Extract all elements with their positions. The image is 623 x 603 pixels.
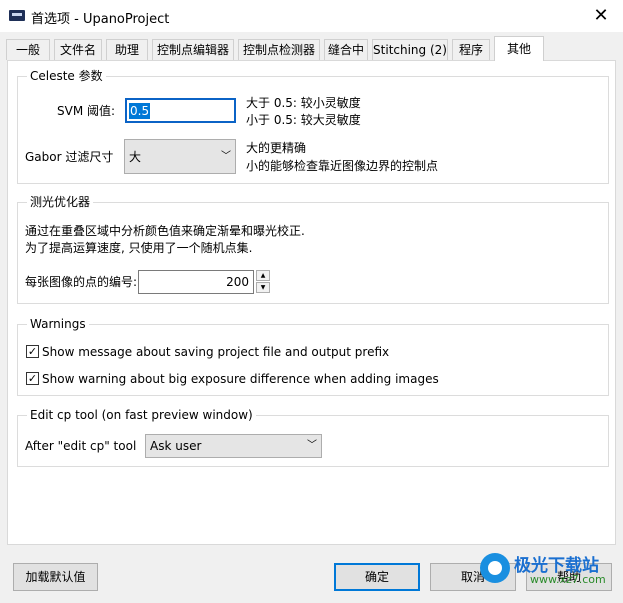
tab-cp-editor[interactable]: 控制点编辑器	[152, 39, 234, 60]
warnings-group-title: Warnings	[27, 316, 89, 332]
watermark-url: www.xz7.com	[530, 573, 606, 586]
watermark-logo-icon	[480, 553, 510, 583]
editcp-group-title: Edit cp tool (on fast preview window)	[27, 407, 256, 423]
svm-threshold-label: SVM 阈值:	[57, 104, 116, 118]
warning-exposure-label[interactable]: Show warning about big exposure differen…	[42, 371, 439, 387]
photometric-desc-1: 通过在重叠区域中分析颜色值来确定渐晕和曝光校正.	[25, 224, 305, 238]
svm-hint-low: 小于 0.5: 较大灵敏度	[246, 113, 361, 127]
tab-misc[interactable]: 其他	[494, 36, 544, 61]
gabor-hint-small: 小的能够检查靠近图像边界的控制点	[246, 159, 439, 173]
load-defaults-button[interactable]: 加载默认值	[13, 563, 98, 591]
points-per-image-value: 200	[226, 275, 249, 289]
chevron-down-icon: ﹀	[221, 151, 231, 162]
tab-stitching-2[interactable]: Stitching (2)	[372, 39, 448, 60]
after-editcp-dropdown[interactable]: Ask user ﹀	[145, 434, 322, 458]
checkmark-icon: ✓	[27, 345, 38, 358]
spin-up-button[interactable]: ▲	[256, 270, 270, 281]
tab-stitching[interactable]: 缝合中	[324, 39, 368, 60]
gabor-filter-value: 大	[129, 150, 142, 164]
warning-save-prefix-label[interactable]: Show message about saving project file a…	[42, 344, 389, 360]
spin-down-button[interactable]: ▼	[256, 282, 270, 293]
svm-threshold-input[interactable]: 0.5	[125, 98, 236, 123]
checkmark-icon: ✓	[27, 372, 38, 385]
warning-save-prefix-checkbox[interactable]: ✓	[26, 345, 39, 358]
points-per-image-label: 每张图像的点的编号:	[25, 275, 138, 289]
watermark: 极光下载站 www.xz7.com	[478, 549, 620, 589]
celeste-group-title: Celeste 参数	[27, 68, 106, 84]
warning-exposure-checkbox[interactable]: ✓	[26, 372, 39, 385]
after-editcp-label: After "edit cp" tool	[25, 439, 137, 453]
photometric-desc-2: 为了提高运算速度, 只使用了一个随机点集.	[25, 241, 253, 255]
close-button[interactable]: ✕	[579, 0, 623, 32]
tab-assistant[interactable]: 助理	[106, 39, 148, 60]
svm-threshold-value: 0.5	[129, 103, 151, 119]
app-icon	[9, 10, 25, 21]
tab-filenames[interactable]: 文件名	[54, 39, 102, 60]
tab-panel: Celeste 参数 SVM 阈值: 0.5 大于 0.5: 较小灵敏度 小于 …	[7, 60, 616, 545]
svm-hint-high: 大于 0.5: 较小灵敏度	[246, 96, 361, 110]
chevron-down-icon: ﹀	[307, 440, 317, 451]
tab-cp-detector[interactable]: 控制点检测器	[238, 39, 320, 60]
tab-general[interactable]: 一般	[6, 39, 50, 60]
photometric-group-title: 测光优化器	[27, 194, 94, 210]
ok-button[interactable]: 确定	[334, 563, 420, 591]
points-per-image-input[interactable]: 200	[138, 270, 254, 294]
tab-programs[interactable]: 程序	[452, 39, 490, 60]
gabor-filter-dropdown[interactable]: 大 ﹀	[124, 139, 236, 174]
after-editcp-value: Ask user	[150, 439, 202, 453]
window-title: 首选项 - UpanoProject	[31, 12, 170, 27]
gabor-filter-label: Gabor 过滤尺寸	[25, 150, 114, 164]
title-bar: 首选项 - UpanoProject ✕	[0, 0, 623, 32]
gabor-hint-large: 大的更精确	[246, 141, 307, 155]
